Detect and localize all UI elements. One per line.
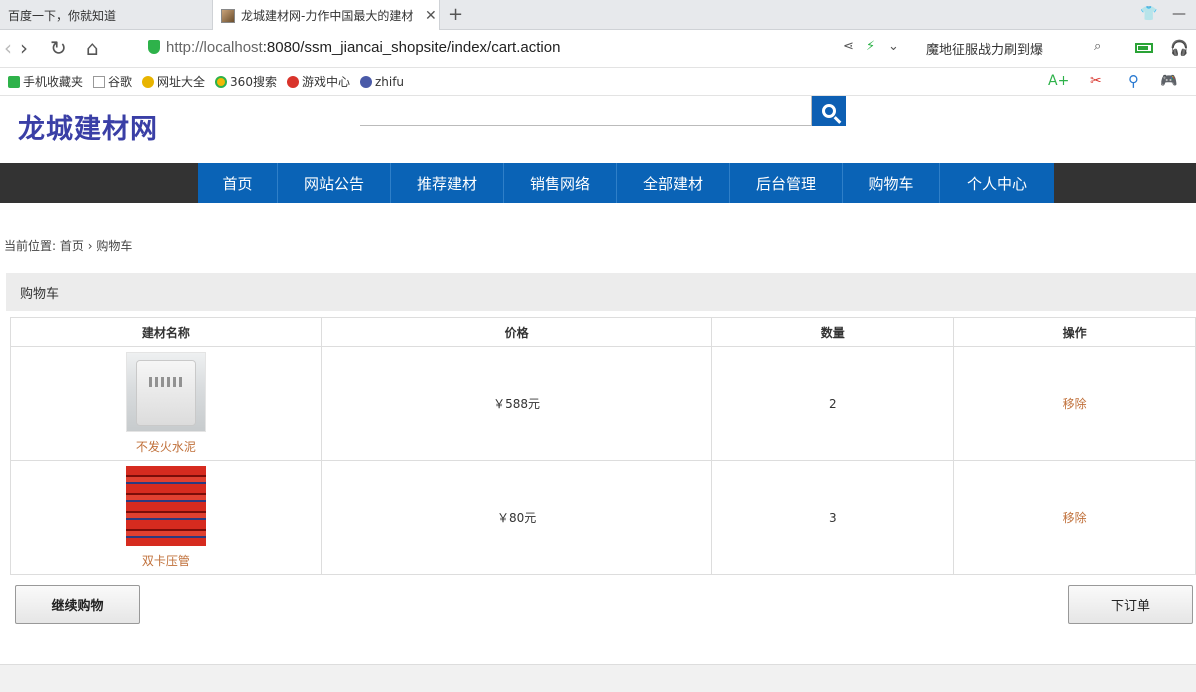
bookmark-item[interactable]: 手机收藏夹: [8, 73, 83, 90]
scissors-icon[interactable]: ✂: [1090, 73, 1102, 89]
continue-shopping-button[interactable]: 继续购物: [15, 585, 140, 624]
browser-search-input[interactable]: 魔地征服战力刷到爆: [926, 39, 1043, 58]
translate-icon[interactable]: A+: [1048, 73, 1069, 89]
search-icon[interactable]: ⌕: [1094, 39, 1101, 54]
breadcrumb-separator-icon: ›: [87, 239, 93, 253]
column-header-name: 建材名称: [10, 317, 322, 347]
shirt-icon[interactable]: 👕: [1140, 6, 1157, 22]
headphones-icon[interactable]: 🎧: [1170, 39, 1189, 57]
main-nav-menu: 首页 网站公告 推荐建材 销售网络 全部建材 后台管理 购物车 个人中心: [198, 163, 1054, 203]
action-cell: 移除: [953, 460, 1196, 575]
close-tab-icon[interactable]: ✕: [425, 8, 437, 24]
remove-link[interactable]: 移除: [1063, 397, 1087, 411]
url-path: :8080/ssm_jiancai_shopsite/index/cart.ac…: [262, 39, 561, 56]
360-icon: [215, 75, 228, 88]
lightning-icon[interactable]: ⚡: [866, 39, 875, 54]
site-search-button[interactable]: [812, 96, 846, 126]
product-image[interactable]: [125, 352, 206, 432]
url-field[interactable]: http://localhost:8080/ssm_jiancai_shopsi…: [148, 39, 560, 56]
bookmark-item[interactable]: 网址大全: [142, 73, 205, 90]
price-cell: ￥588元: [320, 346, 713, 461]
new-tab-icon[interactable]: +: [448, 4, 463, 25]
remove-link[interactable]: 移除: [1063, 511, 1087, 525]
table-row: 双卡压管 ￥80元 3 移除: [10, 460, 1196, 575]
site-search: [360, 96, 846, 126]
globe-icon: [142, 75, 155, 88]
place-order-button[interactable]: 下订单: [1068, 585, 1193, 624]
address-bar: ‹ › ↻ ⌂ http://localhost:8080/ssm_jianca…: [0, 30, 1196, 68]
nav-sales-network[interactable]: 销售网络: [504, 163, 617, 203]
tab-baidu[interactable]: 百度一下，你就知道: [0, 0, 212, 30]
chevron-down-icon[interactable]: ⌄: [888, 39, 899, 54]
search-icon: [822, 104, 836, 118]
gamepad-icon[interactable]: 🎮: [1160, 73, 1177, 89]
product-image[interactable]: [125, 466, 206, 546]
site-search-input[interactable]: [360, 96, 812, 126]
price-cell: ￥80元: [320, 460, 713, 575]
secure-shield-icon: [148, 40, 160, 54]
browser-tab-bar: 百度一下，你就知道 龙城建材网-力作中国最大的建材 ✕ + 👕 —: [0, 0, 1196, 31]
refresh-icon[interactable]: ↻: [50, 38, 67, 58]
quantity-cell: 2: [711, 346, 955, 461]
product-name-link[interactable]: 不发火水泥: [11, 438, 321, 455]
bookmark-item[interactable]: 游戏中心: [286, 73, 350, 90]
bookmark-item[interactable]: zhifu: [359, 75, 404, 89]
main-nav: 首页 网站公告 推荐建材 销售网络 全部建材 后台管理 购物车 个人中心: [0, 163, 1196, 203]
product-cell: 双卡压管: [10, 460, 322, 575]
nav-recommended[interactable]: 推荐建材: [391, 163, 504, 203]
nav-cart[interactable]: 购物车: [843, 163, 940, 203]
site-logo[interactable]: 龙城建材网: [18, 107, 158, 146]
battery-icon: [1135, 43, 1153, 53]
product-name-link[interactable]: 双卡压管: [11, 552, 321, 569]
action-cell: 移除: [953, 346, 1196, 461]
site-favicon-icon: [221, 8, 235, 23]
product-cell: 不发火水泥: [10, 346, 322, 461]
table-row: 不发火水泥 ￥588元 2 移除: [10, 346, 1196, 461]
bookmarks-bar: 手机收藏夹 谷歌 网址大全 360搜索 游戏中心 zhifu A+ ✂ ⚲ 🎮: [0, 68, 1196, 96]
back-icon[interactable]: ‹: [4, 38, 12, 58]
share-icon[interactable]: ⋖: [843, 39, 854, 54]
url-host: http://localhost: [166, 39, 263, 56]
phone-icon: [8, 75, 20, 88]
breadcrumb: 当前位置: 首页 › 购物车: [4, 237, 132, 254]
home-icon[interactable]: ⌂: [86, 38, 99, 58]
breadcrumb-prefix: 当前位置:: [4, 239, 57, 253]
bookmark-item[interactable]: 谷歌: [93, 73, 132, 90]
tab-title: 龙城建材网-力作中国最大的建材: [241, 9, 414, 23]
nav-announcements[interactable]: 网站公告: [278, 163, 391, 203]
cart-panel-title: 购物车: [6, 273, 1196, 311]
table-header-row: 建材名称 价格 数量 操作: [10, 317, 1196, 347]
page-icon: [93, 75, 106, 88]
breadcrumb-home[interactable]: 首页: [60, 239, 84, 253]
tab-title: 百度一下，你就知道: [8, 8, 117, 23]
column-header-quantity: 数量: [711, 317, 955, 347]
nav-profile[interactable]: 个人中心: [940, 163, 1054, 203]
cart-table: 建材名称 价格 数量 操作 不发火水泥 ￥588元 2 移除 双卡压管 ￥80元…: [10, 317, 1196, 575]
tab-active[interactable]: 龙城建材网-力作中国最大的建材 ✕: [212, 0, 440, 31]
nav-home[interactable]: 首页: [198, 163, 278, 203]
column-header-price: 价格: [320, 317, 713, 347]
minimize-icon[interactable]: —: [1172, 6, 1186, 22]
game-icon: [286, 75, 299, 88]
page-footer: [0, 664, 1196, 692]
bookmark-icon: [359, 75, 372, 88]
nav-all-materials[interactable]: 全部建材: [617, 163, 730, 203]
magnifier-icon[interactable]: ⚲: [1128, 72, 1139, 90]
breadcrumb-current: 购物车: [96, 239, 133, 253]
forward-icon[interactable]: ›: [20, 38, 28, 58]
column-header-action: 操作: [953, 317, 1196, 347]
nav-admin[interactable]: 后台管理: [730, 163, 843, 203]
quantity-cell: 3: [711, 460, 955, 575]
bookmark-item[interactable]: 360搜索: [215, 73, 277, 90]
